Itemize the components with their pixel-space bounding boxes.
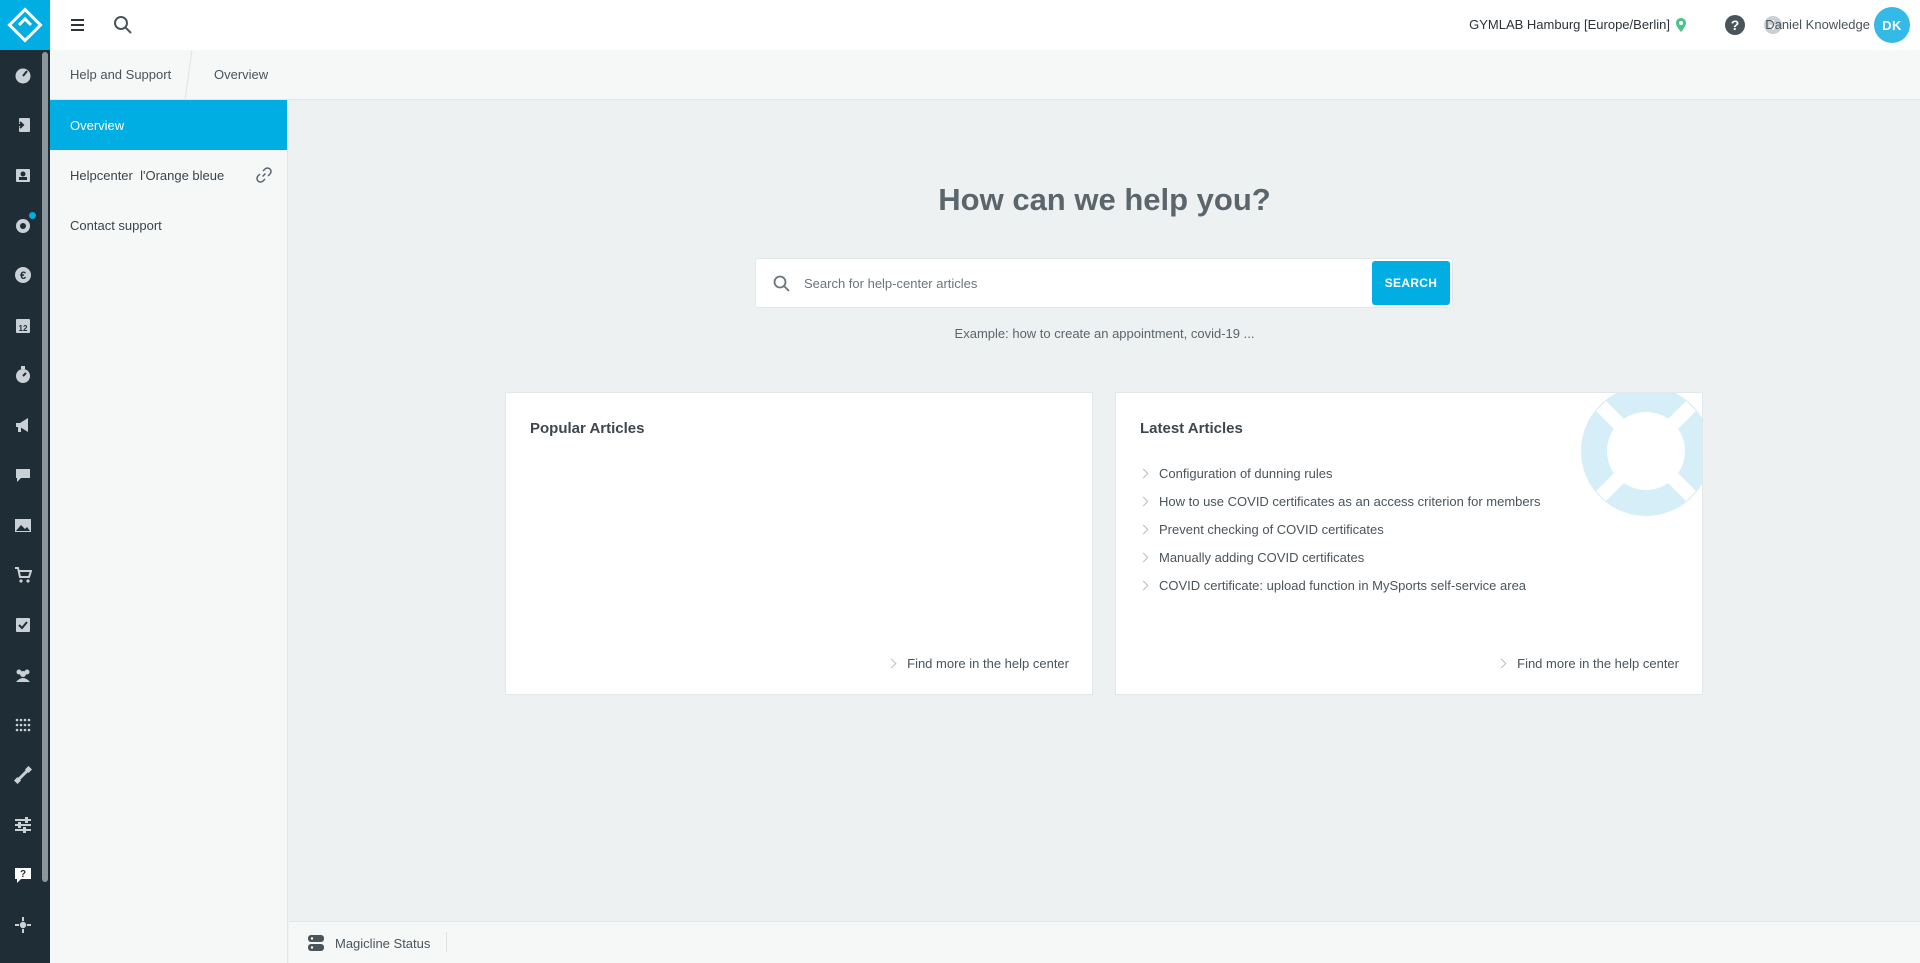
notification-dot xyxy=(29,212,36,219)
article-title: COVID certificate: upload function in My… xyxy=(1159,577,1527,593)
find-more-label: Find more in the help center xyxy=(907,656,1069,671)
breadcrumb-separator xyxy=(184,50,193,100)
finance-euro-icon[interactable]: € xyxy=(12,264,34,286)
subnav-item-label: Overview xyxy=(70,117,125,133)
svg-text:?: ? xyxy=(20,869,26,880)
sliders-icon[interactable] xyxy=(12,814,34,836)
latest-articles-list: Configuration of dunning rules How to us… xyxy=(1138,459,1541,599)
global-search-icon[interactable] xyxy=(112,14,134,36)
subnav-item-label: Helpcenter l'Orange bleue xyxy=(70,167,225,183)
grid-dots-icon[interactable] xyxy=(12,714,34,736)
svg-text:€: € xyxy=(20,270,26,282)
popular-articles-card: Popular Articles Find more in the help c… xyxy=(505,392,1093,695)
lifebuoy-icon xyxy=(1581,393,1702,516)
integrations-icon[interactable] xyxy=(12,914,34,936)
card-title: Latest Articles xyxy=(1140,420,1243,437)
card-title: Popular Articles xyxy=(530,420,645,437)
article-title: Configuration of dunning rules xyxy=(1159,465,1333,481)
tasks-check-icon[interactable] xyxy=(12,614,34,636)
footer-divider xyxy=(446,932,447,952)
article-title: How to use COVID certificates as an acce… xyxy=(1159,493,1541,509)
article-link[interactable]: How to use COVID certificates as an acce… xyxy=(1138,487,1541,515)
chevron-right-icon xyxy=(1138,580,1149,590)
rail-scrollbar[interactable] xyxy=(42,52,48,882)
settings-notification-icon[interactable] xyxy=(12,212,36,236)
members-icon[interactable] xyxy=(12,164,34,186)
groups-icon[interactable] xyxy=(12,664,34,686)
find-more-link[interactable]: Find more in the help center xyxy=(1496,656,1679,671)
svg-text:?: ? xyxy=(1731,17,1740,33)
external-link-icon xyxy=(256,167,272,183)
check-in-icon[interactable] xyxy=(12,114,34,136)
help-search-input[interactable] xyxy=(804,259,1344,307)
chat-icon[interactable] xyxy=(12,464,34,486)
shop-cart-icon[interactable] xyxy=(12,564,34,586)
user-name[interactable]: Daniel Knowledge xyxy=(1765,17,1870,32)
subnav-item-label: Contact support xyxy=(70,217,162,233)
article-link[interactable]: Configuration of dunning rules xyxy=(1138,459,1540,487)
chevron-right-icon xyxy=(1138,524,1149,534)
article-title: Manually adding COVID certificates xyxy=(1159,549,1365,565)
help-search-box: SEARCH xyxy=(755,258,1453,308)
subnav-item-overview[interactable]: Overview xyxy=(50,100,287,150)
article-link[interactable]: Manually adding COVID certificates xyxy=(1138,543,1540,571)
hamburger-menu-icon[interactable] xyxy=(68,15,88,35)
search-button[interactable]: SEARCH xyxy=(1372,261,1450,305)
location-pin-icon xyxy=(1676,17,1686,32)
chevron-right-icon xyxy=(1138,496,1149,506)
breadcrumb: Help and Support Overview xyxy=(50,50,1920,100)
subnav-item-helpcenter[interactable]: Helpcenter l'Orange bleue xyxy=(50,150,287,200)
chevron-right-icon xyxy=(1138,552,1149,562)
timer-icon[interactable] xyxy=(12,364,34,386)
marketing-megaphone-icon[interactable] xyxy=(12,414,34,436)
dashboard-icon[interactable] xyxy=(12,64,34,86)
magicline-logo[interactable] xyxy=(0,0,50,50)
article-link[interactable]: Prevent checking of COVID certificates xyxy=(1138,515,1540,543)
help-support-subnav: Overview Helpcenter l'Orange bleue Conta… xyxy=(50,100,288,963)
find-more-link[interactable]: Find more in the help center xyxy=(886,656,1069,671)
help-support-icon[interactable]: ? xyxy=(12,864,34,886)
studio-selector[interactable]: GYMLAB Hamburg [Europe/Berlin] xyxy=(1469,17,1686,32)
find-more-label: Find more in the help center xyxy=(1517,656,1679,671)
user-avatar[interactable]: DK xyxy=(1874,7,1910,43)
breadcrumb-current: Overview xyxy=(214,67,269,82)
chevron-right-icon xyxy=(1138,468,1149,478)
search-example-hint: Example: how to create an appointment, c… xyxy=(954,326,1255,341)
calendar-icon[interactable]: 12 xyxy=(12,314,34,336)
equipment-icon[interactable] xyxy=(12,764,34,786)
article-title: Prevent checking of COVID certificates xyxy=(1159,521,1384,537)
status-footer: Magicline Status xyxy=(289,921,1920,963)
top-bar: GYMLAB Hamburg [Europe/Berlin] ? Daniel … xyxy=(50,0,1920,50)
server-status-icon xyxy=(308,935,324,951)
latest-articles-card: Latest Articles Configuration of dunning… xyxy=(1115,392,1703,695)
breadcrumb-root[interactable]: Help and Support xyxy=(70,67,171,82)
search-icon xyxy=(773,275,790,292)
article-link[interactable]: COVID certificate: upload function in My… xyxy=(1138,571,1540,599)
help-overview-main: How can we help you? SEARCH Example: how… xyxy=(289,100,1920,920)
chevron-right-icon xyxy=(1496,658,1507,669)
page-headline: How can we help you? xyxy=(938,182,1271,217)
logo-diamond-icon xyxy=(7,7,43,43)
help-question-icon[interactable]: ? xyxy=(1724,14,1746,36)
chevron-right-icon xyxy=(886,658,897,669)
main-navigation-rail: €12? xyxy=(0,0,50,963)
svg-text:12: 12 xyxy=(19,324,28,333)
magicline-status-link[interactable]: Magicline Status xyxy=(335,936,430,951)
gallery-icon[interactable] xyxy=(12,514,34,536)
studio-name: GYMLAB Hamburg [Europe/Berlin] xyxy=(1469,17,1670,32)
subnav-item-contact-support[interactable]: Contact support xyxy=(50,200,287,250)
